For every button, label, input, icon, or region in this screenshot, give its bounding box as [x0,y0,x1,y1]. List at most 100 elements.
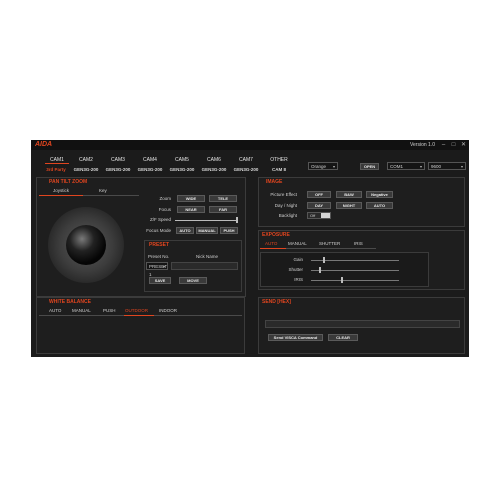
tab-other[interactable]: OTHER [267,157,291,163]
gain-thumb[interactable] [323,257,326,263]
wb-tab-manual[interactable]: MANUAL [72,308,91,313]
baud-select-value: 9600 [431,164,442,169]
app-window: AIDA Version 1.0 – □ ✕ CAM1 CAM2 CAM3 CA… [31,140,469,357]
preset-move-button[interactable]: MOVE [179,277,207,284]
preset-select[interactable]: PRESET 1 ▾ [146,262,168,277]
backlight-state: Off [310,213,316,218]
cam3-model: GEN3G-200 [105,167,131,172]
iris-slider[interactable] [311,280,399,281]
maximize-icon[interactable]: □ [449,141,458,149]
exposure-tab-shutter[interactable]: SHUTTER [319,241,340,246]
cam4-model: GEN3G-200 [137,167,163,172]
port-select[interactable]: COM1 ▾ [387,162,425,170]
baud-select[interactable]: 9600 ▾ [428,162,466,170]
nick-name-input[interactable] [171,262,238,270]
theme-select[interactable]: Orange ▾ [308,162,338,170]
cam2-model: GEN3G-200 [73,167,99,172]
send-visca-button[interactable]: Send VISCA Command [268,334,323,341]
close-icon[interactable]: ✕ [459,141,468,149]
picture-effect-bw-button[interactable]: B&W [336,191,362,198]
focus-auto-button[interactable]: AUTO [176,227,194,234]
tab-cam3[interactable]: CAM3 [106,157,130,163]
joystick-pad[interactable] [41,200,131,290]
focus-push-button[interactable]: PUSH [220,227,238,234]
chevron-down-icon: ▾ [332,164,335,169]
tab-key[interactable]: Key [99,188,107,193]
send-hex-input[interactable] [265,320,460,328]
send-title: SEND [HEX] [262,299,291,305]
cam7-model: GEN3G-200 [233,167,259,172]
zf-speed-thumb[interactable] [236,217,238,223]
port-select-value: COM1 [390,164,404,169]
day-button[interactable]: DAY [307,202,331,209]
focus-label: Focus [158,207,171,212]
picture-effect-label: Picture Effect [270,192,297,197]
picture-effect-off-button[interactable]: OFF [307,191,331,198]
wb-tab-push[interactable]: PUSH [103,308,116,313]
wb-tab-outdoor[interactable]: OUTDOOR [125,308,148,313]
zf-speed-label: Z/F Speed [149,217,171,222]
exposure-tab-divider [286,248,376,249]
focus-far-button[interactable]: FAR [209,206,237,213]
exposure-title: EXPOSURE [262,232,290,238]
wb-tab-auto[interactable]: AUTO [49,308,61,313]
backlight-toggle[interactable]: Off [307,212,331,219]
cam8-model: CAM 8 [271,167,286,172]
open-button[interactable]: OPEN [360,163,379,170]
chevron-down-icon: ▾ [419,164,422,169]
focus-near-button[interactable]: NEAR [177,206,205,213]
night-button[interactable]: NIGHT [336,202,362,209]
preset-no-label: Preset No. [148,254,170,259]
minimize-icon[interactable]: – [439,141,448,149]
chevron-down-icon: ▾ [162,264,165,269]
day-night-label: Day / Night [274,203,297,208]
nick-name-label: Nick Name [196,254,219,259]
white-balance-title: WHITE BALANCE [49,299,91,305]
cam5-model: GEN3G-200 [169,167,195,172]
exposure-tab-iris[interactable]: IRIS [354,241,363,246]
joystick-knob[interactable] [66,225,106,265]
exposure-tab-manual[interactable]: MANUAL [288,241,307,246]
tab-cam4[interactable]: CAM4 [138,157,162,163]
clear-button[interactable]: CLEAR [328,334,358,341]
shutter-label: Shutter [288,267,303,272]
wb-tab-indoor[interactable]: INDOOR [159,308,177,313]
tab-cam5[interactable]: CAM5 [170,157,194,163]
cam6-model: GEN3G-200 [201,167,227,172]
zoom-label: Zoom [159,196,171,201]
shutter-thumb[interactable] [318,267,321,273]
zoom-wide-button[interactable]: WIDE [177,195,205,202]
preset-save-button[interactable]: SAVE [149,277,171,284]
zf-speed-slider[interactable] [175,220,238,221]
gain-label: Gain [293,257,303,262]
ptz-title: PAN TILT ZOOM [49,179,88,185]
wb-tab-divider [39,315,124,316]
iris-label: IRIS [294,277,303,282]
focus-manual-button[interactable]: MANUAL [196,227,218,234]
exposure-tab-underline [260,248,286,249]
exposure-tab-auto[interactable]: AUTO [265,241,277,246]
theme-select-value: Orange [311,164,327,169]
chevron-down-icon: ▾ [460,164,463,169]
wb-tab-divider-right [154,315,242,316]
image-title: IMAGE [266,179,283,185]
version-label: Version 1.0 [409,142,435,148]
tab-cam2[interactable]: CAM2 [74,157,98,163]
picture-effect-negative-button[interactable]: Negative [366,191,393,198]
tab-joystick[interactable]: Joystick [53,188,69,193]
day-night-auto-button[interactable]: AUTO [366,202,393,209]
title-bar [31,140,469,150]
focus-mode-label: Focus Mode [146,228,171,233]
shutter-slider[interactable] [311,270,399,271]
backlight-toggle-knob [321,213,330,218]
tab-cam7[interactable]: CAM7 [234,157,258,163]
wb-tab-underline [124,315,154,316]
backlight-label: Backlight [278,213,297,218]
white-balance-panel [36,297,245,354]
tab-cam1[interactable]: CAM1 [45,157,69,164]
iris-thumb[interactable] [340,277,343,283]
tab-cam6[interactable]: CAM6 [202,157,226,163]
tab-joystick-underline [39,195,83,196]
zoom-tele-button[interactable]: TELE [209,195,237,202]
preset-title: PRESET [149,242,170,248]
